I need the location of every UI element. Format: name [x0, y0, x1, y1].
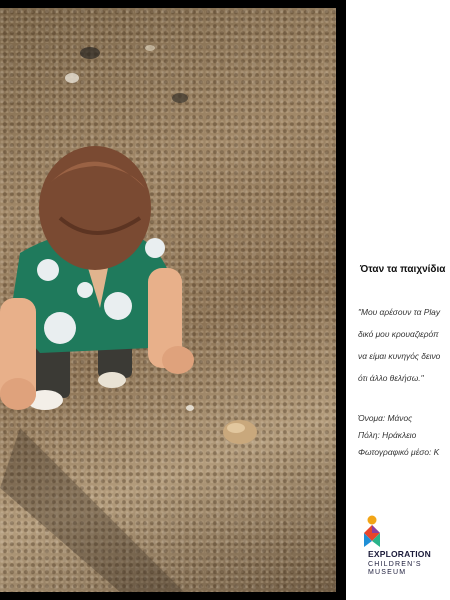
quote-line: να είμαι κυνηγός δεινο [358, 351, 441, 361]
caption-title: Όταν τα παιχνίδια [360, 264, 446, 275]
brand-sub-line: CHILDREN'S [368, 561, 422, 568]
quote-line: ότι άλλο θελήσω." [358, 373, 424, 383]
exploration-museum-logo-icon [364, 515, 380, 547]
brand-name: EXPLORATION [368, 549, 431, 559]
brand-sub-line: MUSEUM [368, 569, 407, 576]
caption-quote: "Μου αρέσουν τα Play δικό μου κρουαζιερό… [358, 301, 440, 389]
caption-panel: Όταν τα παιχνίδια "Μου αρέσουν τα Play δ… [346, 0, 450, 600]
quote-line: "Μου αρέσουν τα Play [358, 307, 441, 317]
quote-line: δικό μου κρουαζιερόπ [358, 329, 439, 339]
info-camera: Φωτογραφικό μέσο: Κ [358, 447, 440, 457]
brand-subtitle: CHILDREN'S MUSEUM [368, 561, 422, 577]
info-city: Πόλη: Ηράκλειο [358, 430, 417, 440]
toy-figure-illustration [0, 45, 257, 592]
toy-figure-photo [0, 8, 336, 592]
info-name: Όνομα: Μάνος [358, 413, 413, 423]
caption-info: Όνομα: Μάνος Πόλη: Ηράκλειο Φωτογραφικό … [358, 410, 439, 461]
